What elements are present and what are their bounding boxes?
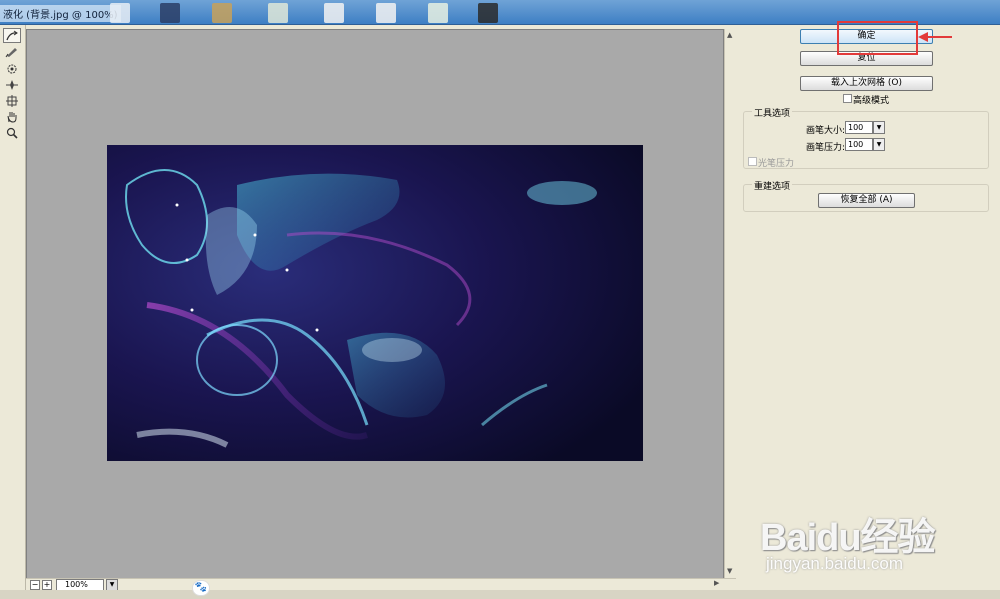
zoom-out-button[interactable]: − bbox=[30, 580, 40, 590]
taskbar-document-icon[interactable] bbox=[376, 3, 396, 23]
bloat-icon[interactable] bbox=[3, 93, 21, 108]
restore-all-button[interactable]: 恢复全部 (A) bbox=[818, 193, 915, 208]
brush-pressure-input[interactable]: 100 bbox=[845, 138, 873, 151]
brush-pressure-label: 画笔压力: bbox=[806, 143, 846, 153]
stylus-pressure-checkbox[interactable] bbox=[748, 157, 757, 166]
paw-icon: 🐾 bbox=[192, 580, 210, 596]
canvas-image[interactable] bbox=[107, 145, 643, 461]
window-title: 液化 (背景.jpg @ 100%) bbox=[0, 5, 121, 22]
baidu-watermark: Baidu经验 jingyan.baidu.com bbox=[760, 488, 960, 583]
highlight-box bbox=[837, 21, 918, 55]
zoom-icon[interactable] bbox=[3, 125, 21, 140]
scroll-down-icon[interactable]: ▼ bbox=[727, 567, 732, 575]
chevron-down-icon[interactable]: ▼ bbox=[873, 121, 885, 134]
scroll-right-icon[interactable]: ▶ bbox=[714, 579, 719, 587]
taskbar-document-icon[interactable] bbox=[268, 3, 288, 23]
scroll-up-icon[interactable]: ▲ bbox=[727, 31, 732, 39]
zoom-bar: − + 100% ▼ ▶ bbox=[26, 578, 736, 591]
brush-size-input[interactable]: 100 bbox=[845, 121, 873, 134]
tool-options-title: 工具选项 bbox=[752, 106, 793, 119]
stylus-pressure-label: 光笔压力 bbox=[758, 159, 795, 169]
twirl-icon[interactable] bbox=[3, 61, 21, 76]
pucker-icon[interactable] bbox=[3, 77, 21, 92]
brush-size-label: 画笔大小: bbox=[806, 126, 846, 136]
taskbar-document-icon[interactable] bbox=[324, 3, 344, 23]
load-mesh-button[interactable]: 载入上次网格 (O) bbox=[800, 76, 933, 91]
vertical-scrollbar[interactable]: ▲ ▼ bbox=[724, 29, 736, 579]
taskbar-document-icon[interactable] bbox=[428, 3, 448, 23]
reconstruct-icon[interactable] bbox=[3, 44, 21, 59]
reconstruct-options-title: 重建选项 bbox=[752, 179, 793, 192]
tool-strip bbox=[0, 25, 26, 599]
watermark-url: jingyan.baidu.com bbox=[766, 554, 904, 573]
chevron-down-icon[interactable]: ▼ bbox=[873, 138, 885, 151]
status-strip bbox=[0, 590, 1000, 599]
taskbar-document-icon[interactable] bbox=[110, 3, 130, 23]
taskbar-app-icon[interactable] bbox=[478, 3, 498, 23]
hand-icon[interactable] bbox=[3, 109, 21, 124]
taskbar-app-icon[interactable] bbox=[160, 3, 180, 23]
forward-warp-icon[interactable] bbox=[3, 28, 21, 43]
zoom-in-button[interactable]: + bbox=[42, 580, 52, 590]
advanced-mode-label: 高级模式 bbox=[853, 96, 890, 106]
arrow-left-icon bbox=[918, 32, 952, 42]
taskbar-image-icon[interactable] bbox=[212, 3, 232, 23]
advanced-mode-checkbox[interactable] bbox=[843, 94, 852, 103]
baidu-logo: Baidu经验 bbox=[760, 517, 936, 559]
